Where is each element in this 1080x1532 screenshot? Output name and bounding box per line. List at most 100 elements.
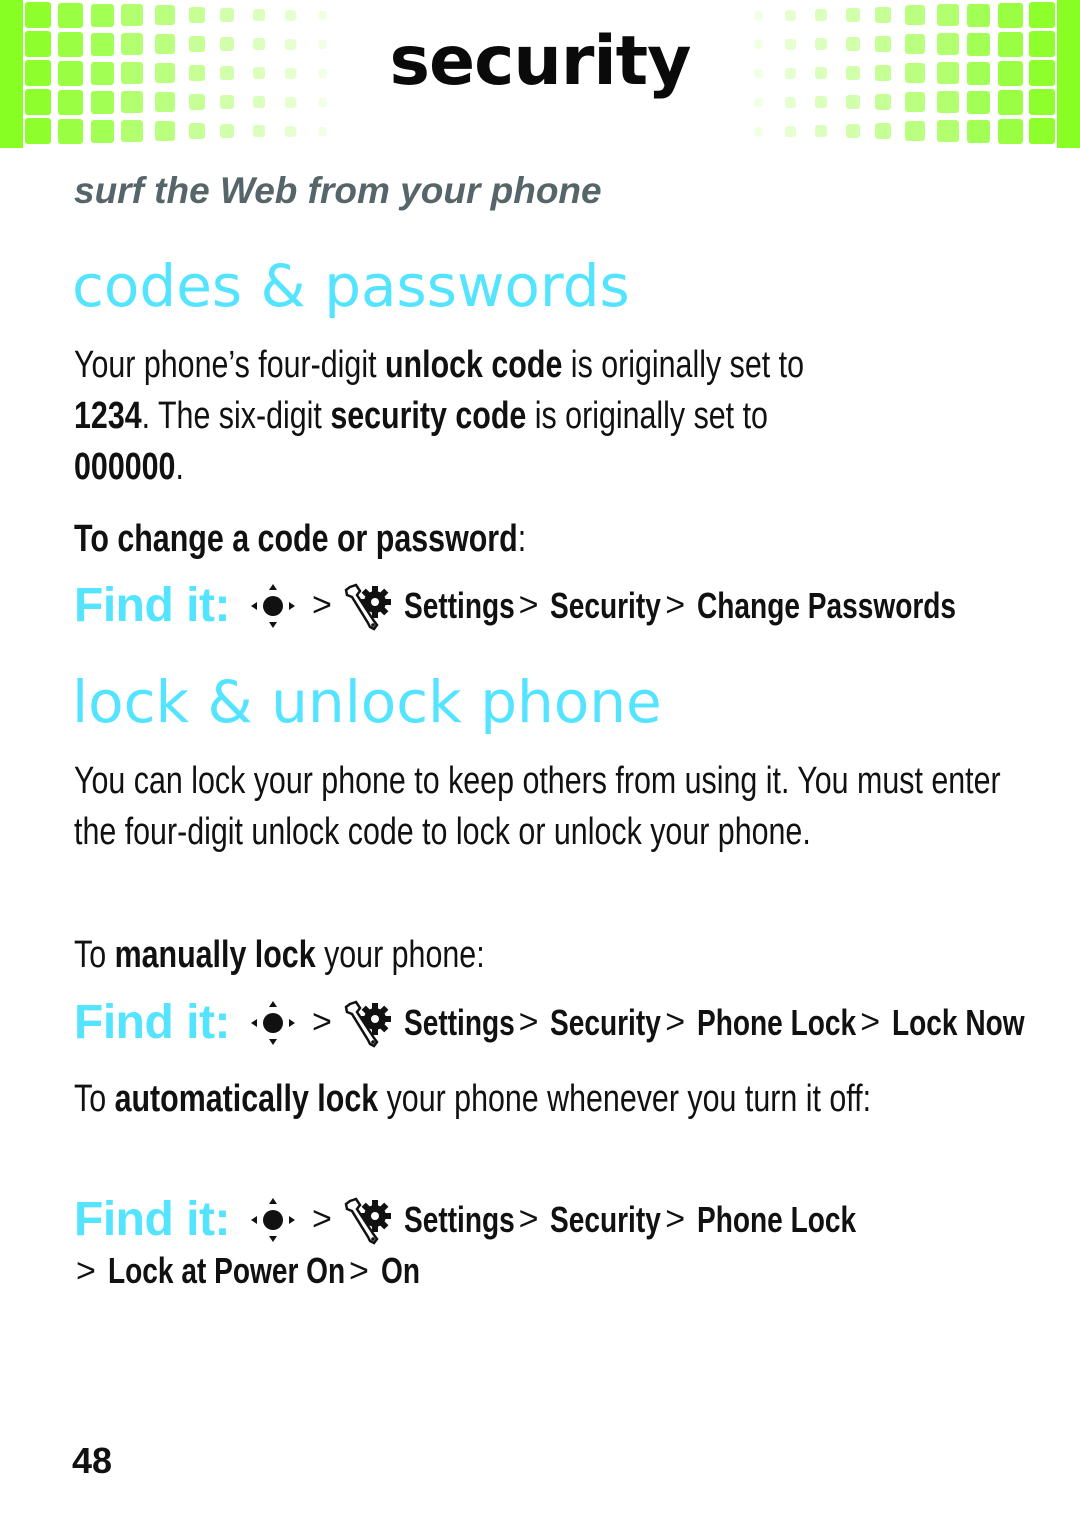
path-label: Lock Now	[892, 1001, 1025, 1043]
pattern-square	[189, 7, 205, 23]
instruction-bold: manually lock	[114, 934, 316, 976]
path-separator: >	[665, 586, 686, 624]
pattern-square	[220, 8, 234, 22]
path-label: Lock at Power On	[107, 1250, 346, 1291]
pattern-square	[155, 121, 175, 141]
path-step-lock-at-power-on: Lock at Power On	[108, 1250, 345, 1292]
pattern-square	[25, 118, 51, 144]
path-separator: >	[311, 1003, 332, 1041]
pattern-square	[1029, 118, 1055, 144]
pattern-square	[784, 125, 796, 137]
path-separator: >	[349, 1251, 369, 1290]
pattern-square	[875, 7, 891, 23]
path-step-change-passwords: Change Passwords	[697, 585, 956, 627]
text: To	[74, 1078, 115, 1120]
pattern-square	[317, 126, 327, 136]
path-separator: >	[311, 1200, 332, 1238]
text: To	[74, 934, 115, 976]
value-security-code: 000000	[74, 446, 176, 488]
instruction-bold: automatically lock	[114, 1078, 379, 1120]
heading-lock-unlock-phone: lock & unlock phone	[72, 668, 662, 736]
path-separator: >	[665, 1200, 686, 1238]
pattern-square	[966, 119, 990, 143]
path-step-on: On	[381, 1250, 420, 1292]
pattern-square	[815, 9, 827, 21]
pattern-square	[815, 125, 827, 137]
section-title: security	[389, 22, 692, 101]
path-separator: >	[76, 1251, 96, 1290]
path-separator: >	[665, 1003, 686, 1041]
value-unlock-code: 1234	[74, 395, 142, 437]
findit-change-passwords: Find it: > Settings > Security > Change …	[74, 578, 956, 633]
pattern-square	[121, 120, 143, 142]
nav-key-icon	[248, 998, 298, 1048]
lock-paragraph: You can lock your phone to keep others f…	[74, 760, 1001, 853]
text: :	[517, 518, 527, 560]
instruction-bold: To change a code or password	[74, 518, 518, 560]
pattern-square	[846, 8, 860, 22]
findit-lock-at-power-on-line2: > Lock at Power On > On	[72, 1250, 420, 1292]
path-label: Change Passwords	[697, 584, 957, 626]
pattern-square	[189, 123, 205, 139]
pattern-square	[220, 124, 234, 138]
text: your phone:	[315, 934, 485, 976]
pattern-square	[57, 118, 83, 144]
auto-lock-instruction: To automatically lock your phone wheneve…	[74, 1074, 1018, 1125]
pattern-square	[253, 125, 265, 137]
pattern-square	[753, 10, 763, 20]
nav-key-icon	[248, 1195, 298, 1245]
pattern-square	[90, 119, 114, 143]
findit-label: Find it:	[74, 1193, 230, 1246]
pattern-square	[253, 9, 265, 21]
settings-wrench-gear-icon	[344, 581, 394, 631]
page-number: 48	[72, 1440, 113, 1481]
settings-wrench-gear-icon	[344, 1195, 394, 1245]
path-separator: >	[518, 1003, 539, 1041]
path-separator: >	[518, 1200, 539, 1238]
change-code-instruction: To change a code or password:	[74, 514, 1018, 565]
path-step-security: Security	[550, 585, 661, 627]
path-separator: >	[518, 586, 539, 624]
path-step-settings: Settings	[404, 1002, 515, 1044]
settings-wrench-gear-icon	[344, 998, 394, 1048]
pattern-square	[284, 9, 296, 21]
path-label: On	[380, 1250, 420, 1291]
path-separator: >	[860, 1003, 881, 1041]
pattern-square	[784, 9, 796, 21]
path-step-security: Security	[550, 1199, 661, 1241]
findit-label: Find it:	[74, 996, 230, 1049]
chapter-subheader: surf the Web from your phone	[74, 170, 602, 211]
path-label: Phone Lock	[697, 1001, 857, 1043]
text: is originally set to	[526, 395, 768, 437]
text: . The six-digit	[141, 395, 331, 437]
path-label: Settings	[403, 584, 515, 626]
pattern-square	[284, 125, 296, 137]
pattern-square	[997, 118, 1023, 144]
path-step-settings: Settings	[404, 585, 515, 627]
path-label: Settings	[403, 1001, 515, 1043]
path-label: Security	[550, 584, 662, 626]
findit-lock-now: Find it: > Settings > Security > Phone L…	[74, 995, 1025, 1050]
pattern-square	[317, 10, 327, 20]
path-step-phone-lock: Phone Lock	[697, 1199, 856, 1241]
pattern-square	[905, 121, 925, 141]
nav-key-icon	[248, 581, 298, 631]
text: your phone whenever you turn it off:	[378, 1078, 872, 1120]
term-unlock-code: unlock code	[384, 344, 563, 386]
pattern-square	[875, 123, 891, 139]
manual-lock-instruction: To manually lock your phone:	[74, 930, 1018, 981]
codes-paragraph: Your phone’s four-digit unlock code is o…	[74, 340, 1018, 493]
pattern-square	[846, 124, 860, 138]
path-step-security: Security	[550, 1002, 661, 1044]
pattern-square	[937, 120, 959, 142]
path-label: Phone Lock	[697, 1198, 857, 1240]
path-separator: >	[311, 586, 332, 624]
pattern-square	[753, 126, 763, 136]
term-security-code: security code	[330, 395, 527, 437]
path-label: Security	[550, 1198, 662, 1240]
findit-lock-at-power-on: Find it: > Settings > Security > Phone L…	[74, 1192, 856, 1247]
path-step-phone-lock: Phone Lock	[697, 1002, 856, 1044]
path-step-settings: Settings	[404, 1199, 515, 1241]
text: Your phone’s four-digit	[74, 344, 385, 386]
text: is originally set to	[562, 344, 804, 386]
